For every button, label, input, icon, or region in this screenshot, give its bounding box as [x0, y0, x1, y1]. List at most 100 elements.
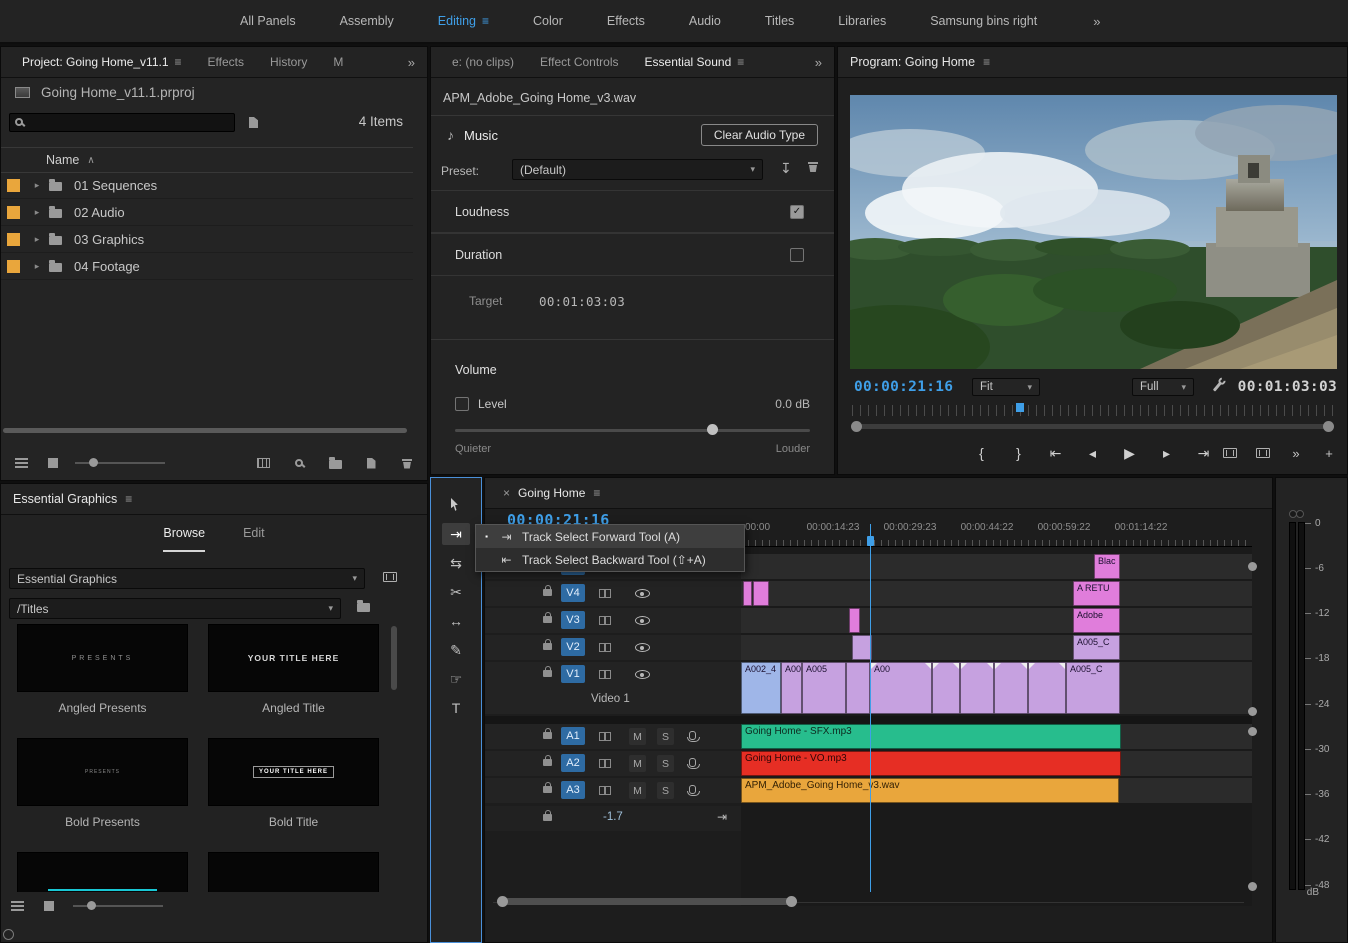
sync-lock-icon[interactable] — [599, 786, 611, 795]
sync-lock-icon[interactable] — [599, 759, 611, 768]
mark-out-button[interactable]: } — [1011, 444, 1027, 462]
track-lock-icon[interactable] — [543, 728, 552, 739]
sync-lock-icon[interactable] — [599, 589, 611, 598]
tab-history[interactable]: History — [257, 47, 320, 77]
track-target-a1[interactable]: A1 — [561, 727, 585, 745]
delete-button[interactable] — [399, 454, 415, 472]
tab-project-going-home-v11-1[interactable]: Project: Going Home_v11.1 ≡ — [9, 47, 195, 77]
toggle-track-output-icon[interactable] — [635, 643, 650, 652]
hand-tool[interactable]: ☞ — [442, 668, 470, 690]
toggle-track-output-icon[interactable] — [635, 616, 650, 625]
go-to-out-button[interactable]: ⇥ — [1196, 444, 1212, 462]
scroll-handle[interactable] — [1248, 707, 1257, 716]
track-target-a3[interactable]: A3 — [561, 781, 585, 799]
selection-tool[interactable] — [442, 494, 470, 516]
scroll-handle[interactable] — [1248, 727, 1257, 736]
panel-menu-icon[interactable]: ≡ — [737, 55, 744, 69]
graphics-panel-title[interactable]: Essential Graphics — [13, 492, 117, 506]
timeline-clip[interactable] — [753, 581, 769, 606]
automate-to-sequence-button[interactable] — [255, 454, 271, 472]
timeline-clip[interactable] — [1028, 662, 1066, 714]
button-editor-button[interactable]: + — [1321, 444, 1337, 462]
go-to-next-keyframe-icon[interactable]: ⇥ — [717, 810, 727, 824]
program-playhead-handle[interactable] — [1016, 403, 1024, 412]
sync-lock-icon[interactable] — [599, 670, 611, 679]
timeline-clip[interactable]: A005_C — [1066, 662, 1120, 714]
thumbnail-size-knob[interactable] — [87, 901, 96, 910]
panel-overflow-icon[interactable]: » — [408, 55, 419, 70]
label-color-chip[interactable] — [7, 205, 20, 219]
timeline-clip[interactable]: A RETU — [1073, 581, 1120, 606]
master-gain-value[interactable]: -1.7 — [603, 811, 623, 823]
go-to-in-button[interactable]: ⇤ — [1048, 444, 1064, 462]
bin-row[interactable]: ▸ 04 Footage — [1, 253, 413, 280]
tab-m[interactable]: M — [320, 47, 356, 77]
expand-caret-icon[interactable]: ▸ — [29, 180, 45, 191]
timeline-zoom-scrollbar[interactable] — [497, 896, 797, 907]
workspace-tab-libraries[interactable]: Libraries — [816, 0, 908, 42]
sync-lock-icon[interactable] — [599, 732, 611, 741]
tab-e-no-clips[interactable]: e: (no clips) — [439, 47, 527, 77]
create-search-bin-icon[interactable] — [249, 117, 258, 128]
play-button[interactable]: ▶ — [1122, 444, 1138, 462]
timeline-clip[interactable]: A00 — [781, 662, 802, 714]
tab-browse[interactable]: Browse — [163, 526, 206, 552]
zoom-slider-knob[interactable] — [89, 458, 98, 467]
bin-row[interactable]: ▸ 03 Graphics — [1, 226, 413, 253]
workspace-tab-titles[interactable]: Titles — [743, 0, 816, 42]
label-color-chip[interactable] — [7, 178, 20, 192]
mute-button[interactable]: M — [629, 755, 646, 772]
find-button[interactable] — [291, 454, 307, 472]
bin-row[interactable]: ▸ 02 Audio — [1, 199, 413, 226]
mute-button[interactable]: M — [629, 782, 646, 799]
track-target-a2[interactable]: A2 — [561, 754, 585, 772]
sync-lock-icon[interactable] — [599, 643, 611, 652]
zoom-slider[interactable] — [75, 458, 165, 467]
horizontal-scrollbar[interactable] — [3, 428, 407, 433]
solo-button[interactable]: S — [657, 728, 674, 745]
bin-row[interactable]: ▸ 01 Sequences — [1, 172, 413, 199]
timeline-clip[interactable]: Going Home - SFX.mp3 — [741, 724, 1121, 749]
loudness-section[interactable]: Loudness ✓ — [431, 190, 834, 233]
program-mini-timeline[interactable] — [852, 405, 1333, 416]
program-panel-title[interactable]: Program: Going Home — [850, 55, 975, 69]
template-item[interactable]: PRESENTS Bold Presents — [17, 738, 188, 830]
timeline-clip[interactable]: APM_Adobe_Going Home_v3.wav — [741, 778, 1119, 803]
level-slider[interactable] — [455, 424, 810, 435]
timeline-clip[interactable]: Adobe — [1073, 608, 1120, 633]
template-item[interactable]: YOUR TITLE HERE Bold Title — [208, 738, 379, 830]
template-item[interactable]: PRESENTS Angled Presents — [17, 624, 188, 716]
voiceover-record-icon[interactable] — [687, 785, 700, 796]
install-template-icon[interactable] — [383, 572, 397, 582]
mark-in-button[interactable]: { — [974, 444, 990, 462]
expand-caret-icon[interactable]: ▸ — [29, 234, 45, 245]
panel-menu-icon[interactable]: ≡ — [125, 492, 132, 506]
slip-tool[interactable]: ↔ — [442, 610, 470, 632]
track-target-v2[interactable]: V2 — [561, 638, 585, 656]
track-select-tool[interactable]: ⇥ — [442, 523, 470, 545]
timeline-clip[interactable] — [994, 662, 1028, 714]
new-bin-button[interactable] — [327, 454, 343, 472]
workspace-overflow-icon[interactable]: » — [1093, 14, 1100, 29]
level-slider-knob[interactable] — [707, 424, 719, 435]
tab-effects[interactable]: Effects — [195, 47, 257, 77]
panel-menu-icon[interactable]: ≡ — [593, 486, 600, 500]
workspace-tab-effects[interactable]: Effects — [585, 0, 667, 42]
tab-edit[interactable]: Edit — [243, 526, 265, 552]
panel-menu-icon[interactable]: ≡ — [983, 55, 990, 69]
pen-tool[interactable]: ✎ — [442, 639, 470, 661]
track-lock-icon[interactable] — [543, 612, 552, 623]
lift-button[interactable] — [1222, 444, 1238, 462]
playhead-line[interactable] — [870, 524, 871, 892]
panel-overflow-icon[interactable]: » — [815, 55, 826, 70]
scroll-handle[interactable] — [1248, 882, 1257, 891]
workspace-tab-samsung-bins-right[interactable]: Samsung bins right — [908, 0, 1059, 42]
tool-menu-item[interactable]: ⇤ Track Select Backward Tool (⇧+A) — [476, 548, 744, 571]
panel-menu-icon[interactable]: ≡ — [175, 55, 182, 69]
track-target-v3[interactable]: V3 — [561, 611, 585, 629]
template-item[interactable]: YOUR TITLE HERE Angled Title — [208, 624, 379, 716]
template-folder-dropdown[interactable]: /Titles ▾ — [9, 598, 341, 619]
voiceover-record-icon[interactable] — [687, 731, 700, 742]
level-checkbox[interactable]: ✓ — [455, 397, 469, 411]
level-value[interactable]: 0.0 dB — [775, 397, 810, 411]
